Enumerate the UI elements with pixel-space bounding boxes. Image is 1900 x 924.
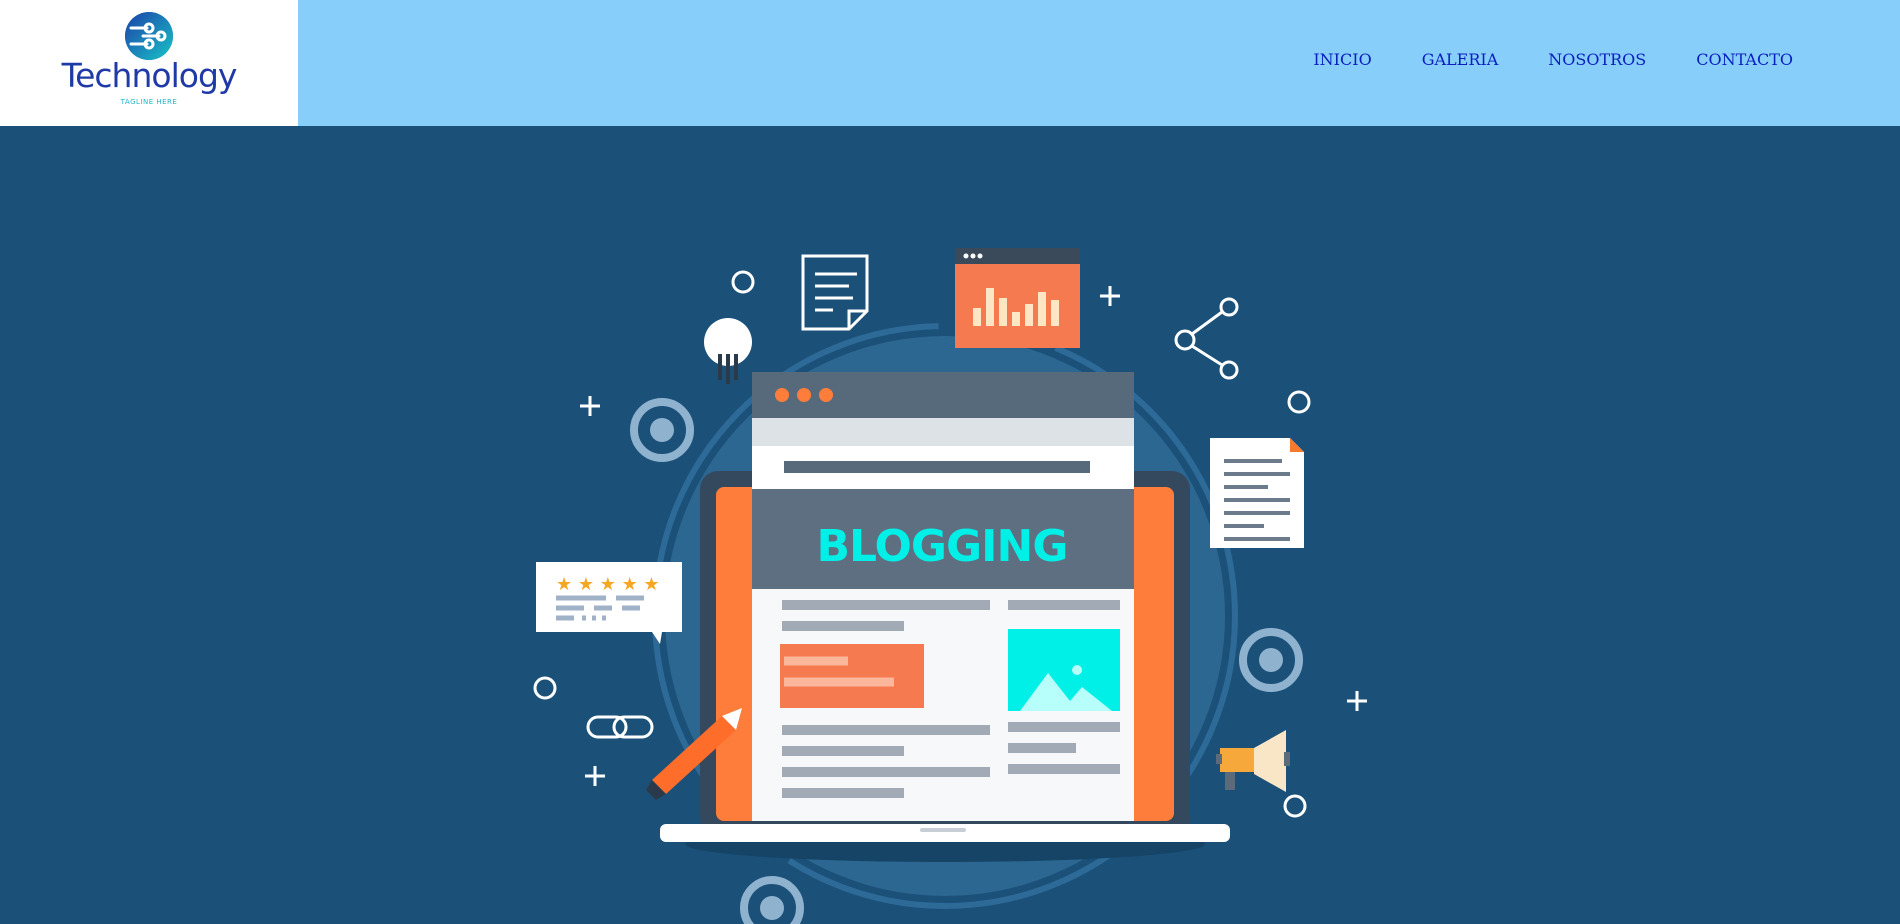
nav-item-nosotros[interactable]: NOSOTROS: [1548, 50, 1646, 69]
screen-title: BLOGGING: [817, 521, 1068, 572]
file-icon: [1210, 438, 1304, 548]
svg-text:★ ★ ★ ★ ★: ★ ★ ★ ★ ★: [556, 574, 660, 595]
share-icon: [1174, 297, 1239, 380]
nav-item-inicio[interactable]: INICIO: [1313, 50, 1371, 69]
logo-tagline: TAGLINE HERE: [120, 98, 178, 106]
nav-item-galeria[interactable]: GALERIA: [1422, 50, 1499, 69]
target-icon-bottom: [740, 876, 804, 924]
target-icon-right: [1239, 628, 1303, 692]
review-stars-icon: ★ ★ ★ ★ ★: [536, 562, 682, 644]
browser-window: [752, 372, 1134, 821]
target-icon: [630, 398, 694, 462]
hero-section: ★ ★ ★ ★ ★ BLOGGING: [0, 126, 1900, 924]
logo-circuit-icon: [125, 12, 173, 60]
link-icon: [586, 715, 654, 739]
main-nav: INICIO GALERIA NOSOTROS CONTACTO: [1263, 50, 1793, 69]
nav-item-contacto[interactable]: CONTACTO: [1696, 50, 1793, 69]
megaphone-icon: [1216, 730, 1290, 792]
logo-wordmark: Technology: [61, 56, 238, 95]
bar-chart-icon: [955, 248, 1080, 348]
blogging-illustration: ★ ★ ★ ★ ★ BLOGGING: [533, 248, 1367, 924]
document-icon: [801, 254, 869, 331]
site-header: Technology TAGLINE HERE INICIO GALERIA N…: [0, 0, 1900, 126]
lightbulb-icon: [704, 318, 752, 384]
logo[interactable]: Technology TAGLINE HERE: [0, 0, 298, 126]
